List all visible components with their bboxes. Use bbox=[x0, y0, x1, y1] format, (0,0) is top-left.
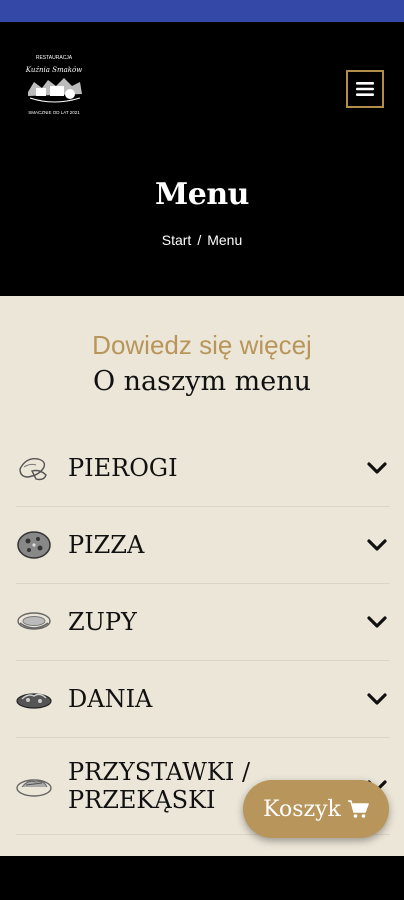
cart-icon bbox=[347, 800, 369, 818]
svg-text:Kuźnia Smaków: Kuźnia Smaków bbox=[25, 66, 82, 74]
menu-item-label: ZUPY bbox=[68, 608, 137, 636]
basket-button[interactable]: Koszyk bbox=[243, 780, 389, 838]
menu-item-dania[interactable]: DANIA bbox=[16, 661, 390, 738]
menu-item-pierogi[interactable]: PIEROGI bbox=[16, 430, 390, 507]
pierogi-icon bbox=[19, 458, 47, 481]
section-heading: O naszym menu bbox=[92, 366, 312, 397]
breadcrumb-start-link[interactable]: Start bbox=[162, 232, 192, 248]
section-subtitle: Dowiedz się więcej bbox=[92, 330, 312, 360]
menu-section: Dowiedz się więcej O naszym menu PIEROGI bbox=[0, 296, 404, 856]
status-bar bbox=[0, 0, 404, 22]
appetizer-icon bbox=[16, 779, 52, 797]
chevron-down-icon bbox=[367, 616, 387, 628]
menu-item-label: PIZZA bbox=[68, 531, 145, 559]
menu-item-pizza[interactable]: PIZZA bbox=[16, 507, 390, 584]
menu-item-label: PIEROGI bbox=[68, 454, 178, 482]
chevron-down-icon bbox=[367, 539, 387, 551]
menu-item-zupy[interactable]: ZUPY bbox=[16, 584, 390, 661]
breadcrumb: Start / Menu bbox=[0, 232, 404, 248]
breadcrumb-current: Menu bbox=[207, 232, 243, 248]
menu-category-list: PIEROGI PIZZA ZUPY DANIA PRZYSTAWKI / PR… bbox=[16, 430, 390, 835]
restaurant-logo[interactable]: RESTAURACJA Kuźnia Smaków SMACZNIE OD LA… bbox=[20, 50, 88, 126]
basket-label: Koszyk bbox=[263, 796, 341, 822]
page-header: RESTAURACJA Kuźnia Smaków SMACZNIE OD LA… bbox=[0, 22, 404, 296]
svg-text:SMACZNIE OD LAT 2021: SMACZNIE OD LAT 2021 bbox=[28, 110, 80, 115]
breadcrumb-separator: / bbox=[197, 232, 202, 248]
navigation-bar bbox=[0, 856, 404, 900]
menu-item-label: DANIA bbox=[68, 685, 153, 713]
dish-icon bbox=[16, 693, 52, 709]
soup-icon bbox=[17, 612, 51, 630]
menu-toggle-button[interactable] bbox=[346, 70, 384, 108]
svg-text:RESTAURACJA: RESTAURACJA bbox=[36, 55, 73, 61]
chevron-down-icon bbox=[367, 462, 387, 474]
chevron-down-icon bbox=[367, 693, 387, 705]
hamburger-icon bbox=[356, 82, 374, 96]
pizza-icon bbox=[17, 531, 51, 559]
page-title: Menu bbox=[155, 177, 249, 212]
